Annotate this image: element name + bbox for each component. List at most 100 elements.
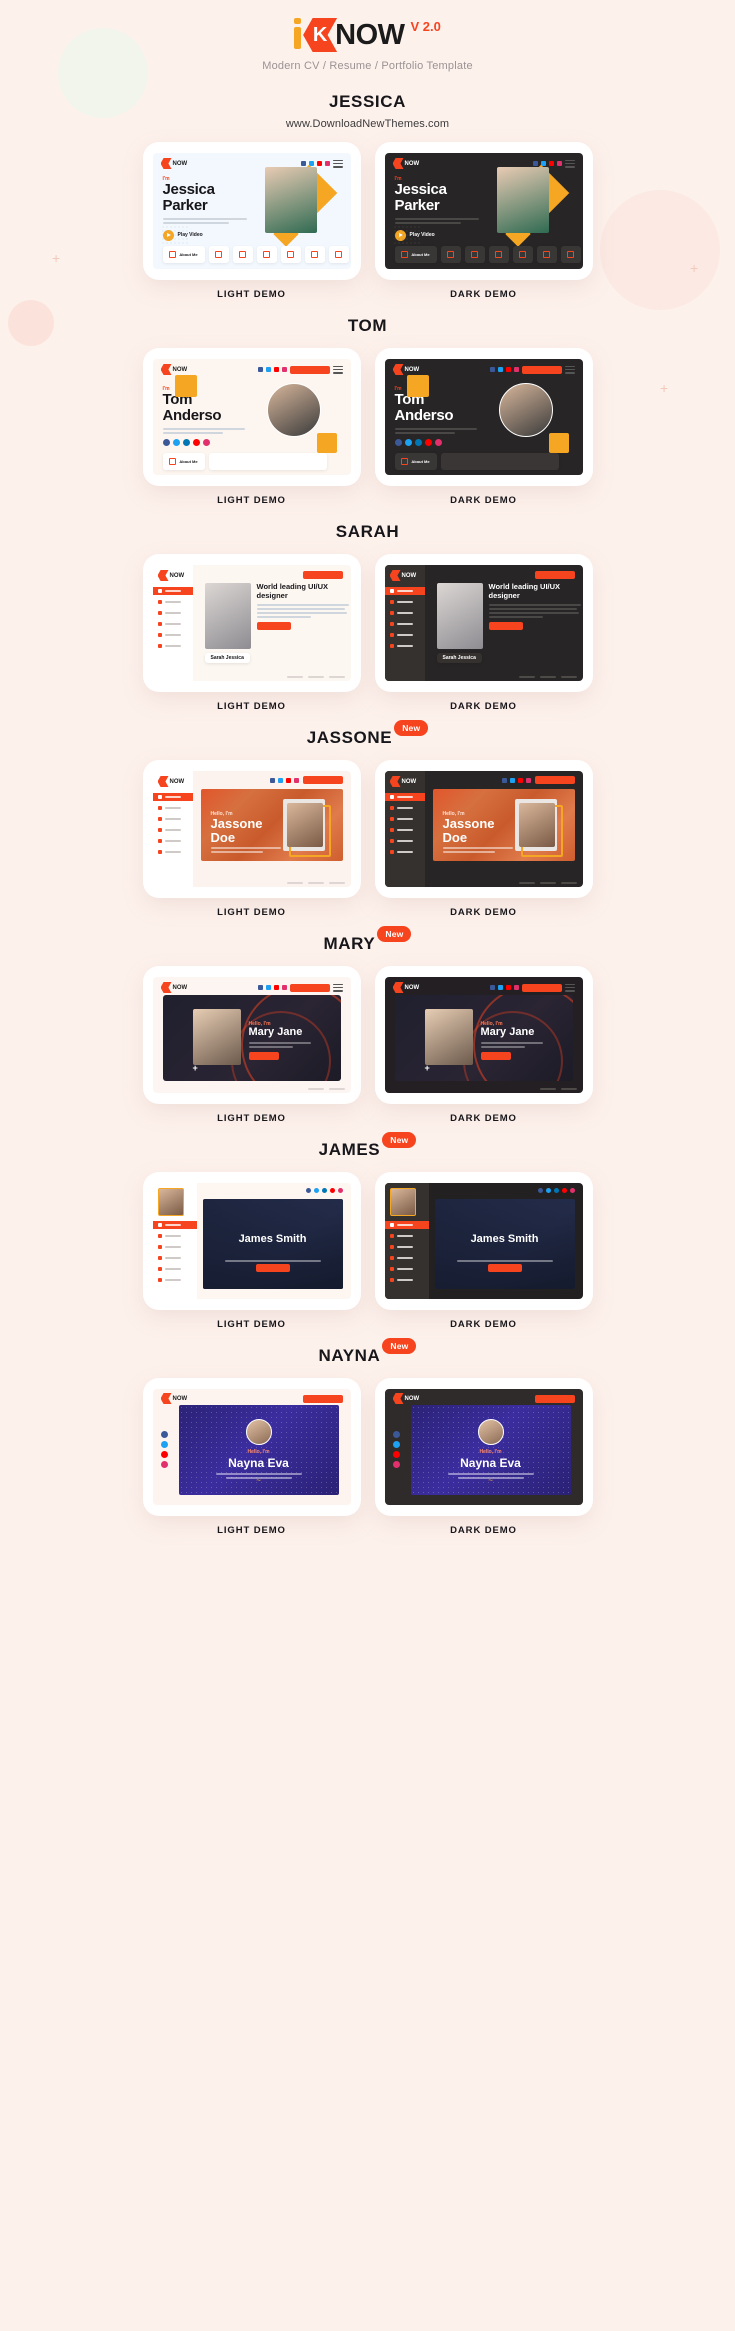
mock-sidebar-item[interactable] [385,837,425,845]
mock-social-icons[interactable] [489,365,575,374]
light-demo-frame[interactable]: NOW Hello, I'm Mary Jane + [142,966,361,1104]
light-demo-frame[interactable]: NOW I'm Jessica Parker Play Video About M… [142,142,361,280]
mock-tab-row[interactable]: About Me [162,246,349,263]
mock-tab-icon[interactable] [280,246,301,263]
mock-tab-about-me[interactable]: About Me [394,453,437,470]
mock-sidebar-item[interactable] [153,1265,197,1273]
mock-sidebar-item[interactable] [153,1254,197,1262]
light-demo-card[interactable]: NOW I'm Jessica Parker Play Video About M… [142,142,361,300]
light-demo-card[interactable]: James Smith LIGHT DEMO [142,1172,361,1330]
mock-tab-icon[interactable] [328,246,349,263]
light-demo-frame[interactable]: NOW World leading UI/UX designer Sarah J… [142,554,361,692]
mock-sidebar-item[interactable] [153,837,193,845]
mock-tab-icon[interactable] [440,246,461,263]
mock-cta-button[interactable] [255,1264,290,1272]
dark-demo-frame[interactable]: NOW World leading UI/UX designer Sarah J… [374,554,593,692]
mock-cta-button[interactable] [488,622,523,631]
dark-demo-frame[interactable]: NOW Hello, I'm Nayna Eva ~ [374,1378,593,1516]
light-demo-card[interactable]: NOW World leading UI/UX designer Sarah J… [142,554,361,712]
light-demo-label[interactable]: LIGHT DEMO [143,907,361,918]
demo-preview[interactable]: NOW World leading UI/UX designer Sarah J… [384,565,583,681]
light-demo-frame[interactable]: NOW I'm Tom Anderso About Me [142,348,361,486]
mock-plus-icon[interactable]: + [425,1063,430,1073]
dark-demo-label[interactable]: DARK DEMO [375,495,593,506]
mock-sidebar-item[interactable] [384,793,425,801]
demo-preview[interactable]: NOW I'm Jessica Parker Play Video About M… [384,153,583,269]
mock-sidebar-item[interactable] [385,1232,429,1240]
mock-sidebar-item[interactable] [385,1276,429,1284]
dark-demo-label[interactable]: DARK DEMO [375,1113,593,1124]
mock-menu-icon[interactable] [564,983,575,992]
mock-sidebar-item[interactable] [153,1243,197,1251]
mock-download-cv-button[interactable] [534,1394,575,1403]
mock-menu-icon[interactable] [332,159,343,168]
mock-plus-icon[interactable]: + [193,1063,198,1073]
mock-tab-icon[interactable] [464,246,485,263]
mock-sidebar[interactable]: NOW [152,565,193,681]
mock-tab-icon[interactable] [560,246,581,263]
mock-sidebar-item[interactable] [384,587,425,595]
mock-sidebar-item[interactable] [385,631,425,639]
mock-tab-bar[interactable] [440,453,559,470]
dark-demo-card[interactable]: NOW I'm Tom Anderso About Me DARK DEMO [374,348,593,506]
mock-sidebar-item[interactable] [385,1265,429,1273]
mock-sidebar-item[interactable] [153,815,193,823]
mock-tab-icon[interactable] [208,246,229,263]
mock-download-cv-button[interactable] [302,776,343,784]
mock-download-cv-button[interactable] [534,776,575,784]
mock-tab-row[interactable]: About Me [162,453,327,470]
mock-download-cv-button[interactable] [521,983,562,992]
mock-tab-icon[interactable] [512,246,533,263]
light-demo-frame[interactable]: NOW Hello, I'm Jassone Doe [142,760,361,898]
demo-preview[interactable]: NOW Hello, I'm Jassone Doe [384,771,583,887]
mock-social-icons[interactable] [162,438,341,446]
dark-demo-frame[interactable]: NOW I'm Tom Anderso About Me [374,348,593,486]
light-demo-frame[interactable]: James Smith [142,1172,361,1310]
mock-sidebar[interactable]: NOW [384,565,425,681]
dark-demo-label[interactable]: DARK DEMO [375,1525,593,1536]
mock-sidebar-item[interactable] [153,848,193,856]
dark-demo-card[interactable]: NOW I'm Jessica Parker Play Video About M… [374,142,593,300]
light-demo-label[interactable]: LIGHT DEMO [143,701,361,712]
mock-menu-icon[interactable] [564,159,575,168]
mock-cta-button[interactable] [487,1264,522,1272]
demo-preview[interactable]: NOW I'm Tom Anderso About Me [152,359,351,475]
mock-download-cv-button[interactable] [534,571,575,579]
dark-demo-card[interactable]: James Smith DARK DEMO [374,1172,593,1330]
dark-demo-card[interactable]: NOW Hello, I'm Jassone Doe DARK DEMO [374,760,593,918]
light-demo-card[interactable]: NOW Hello, I'm Nayna Eva ~ LIGHT DEMO [142,1378,361,1536]
mock-tab-icon[interactable] [488,246,509,263]
mock-cta-button[interactable] [480,1051,511,1060]
dark-demo-frame[interactable]: James Smith [374,1172,593,1310]
mock-sidebar-item[interactable] [153,642,193,650]
light-demo-frame[interactable]: NOW Hello, I'm Nayna Eva ~ [142,1378,361,1516]
mock-sidebar-item[interactable] [385,804,425,812]
light-demo-card[interactable]: NOW Hello, I'm Mary Jane + LIGHT DEMO [142,966,361,1124]
mock-sidebar-item[interactable] [153,609,193,617]
demo-preview[interactable]: James Smith [384,1183,583,1299]
mock-tab-about-me[interactable]: About Me [394,246,437,263]
mock-menu-icon[interactable] [332,365,343,374]
demo-preview[interactable]: NOW Hello, I'm Mary Jane + [152,977,351,1093]
demo-preview[interactable]: NOW Hello, I'm Mary Jane + [384,977,583,1093]
mock-social-icons[interactable] [394,438,573,446]
mock-social-icons[interactable] [489,983,575,992]
mock-download-cv-button[interactable] [289,983,330,992]
light-demo-label[interactable]: LIGHT DEMO [143,289,361,300]
mock-tab-icon[interactable] [256,246,277,263]
mock-sidebar[interactable] [384,1183,429,1299]
mock-sidebar-item[interactable] [385,1254,429,1262]
mock-tab-about-me[interactable]: About Me [162,453,205,470]
mock-social-icons[interactable] [257,983,343,992]
mock-tab-icon[interactable] [304,246,325,263]
demo-preview[interactable]: NOW Hello, I'm Nayna Eva ~ [384,1389,583,1505]
mock-sidebar-item[interactable] [385,826,425,834]
mock-sidebar-item[interactable] [153,826,193,834]
mock-cta-button[interactable] [256,622,291,631]
demo-preview[interactable]: NOW I'm Tom Anderso About Me [384,359,583,475]
dark-demo-card[interactable]: NOW Hello, I'm Nayna Eva ~ DARK DEMO [374,1378,593,1536]
mock-sidebar-item[interactable] [153,620,193,628]
light-demo-label[interactable]: LIGHT DEMO [143,1113,361,1124]
light-demo-label[interactable]: LIGHT DEMO [143,1319,361,1330]
mock-tab-icon[interactable] [536,246,557,263]
